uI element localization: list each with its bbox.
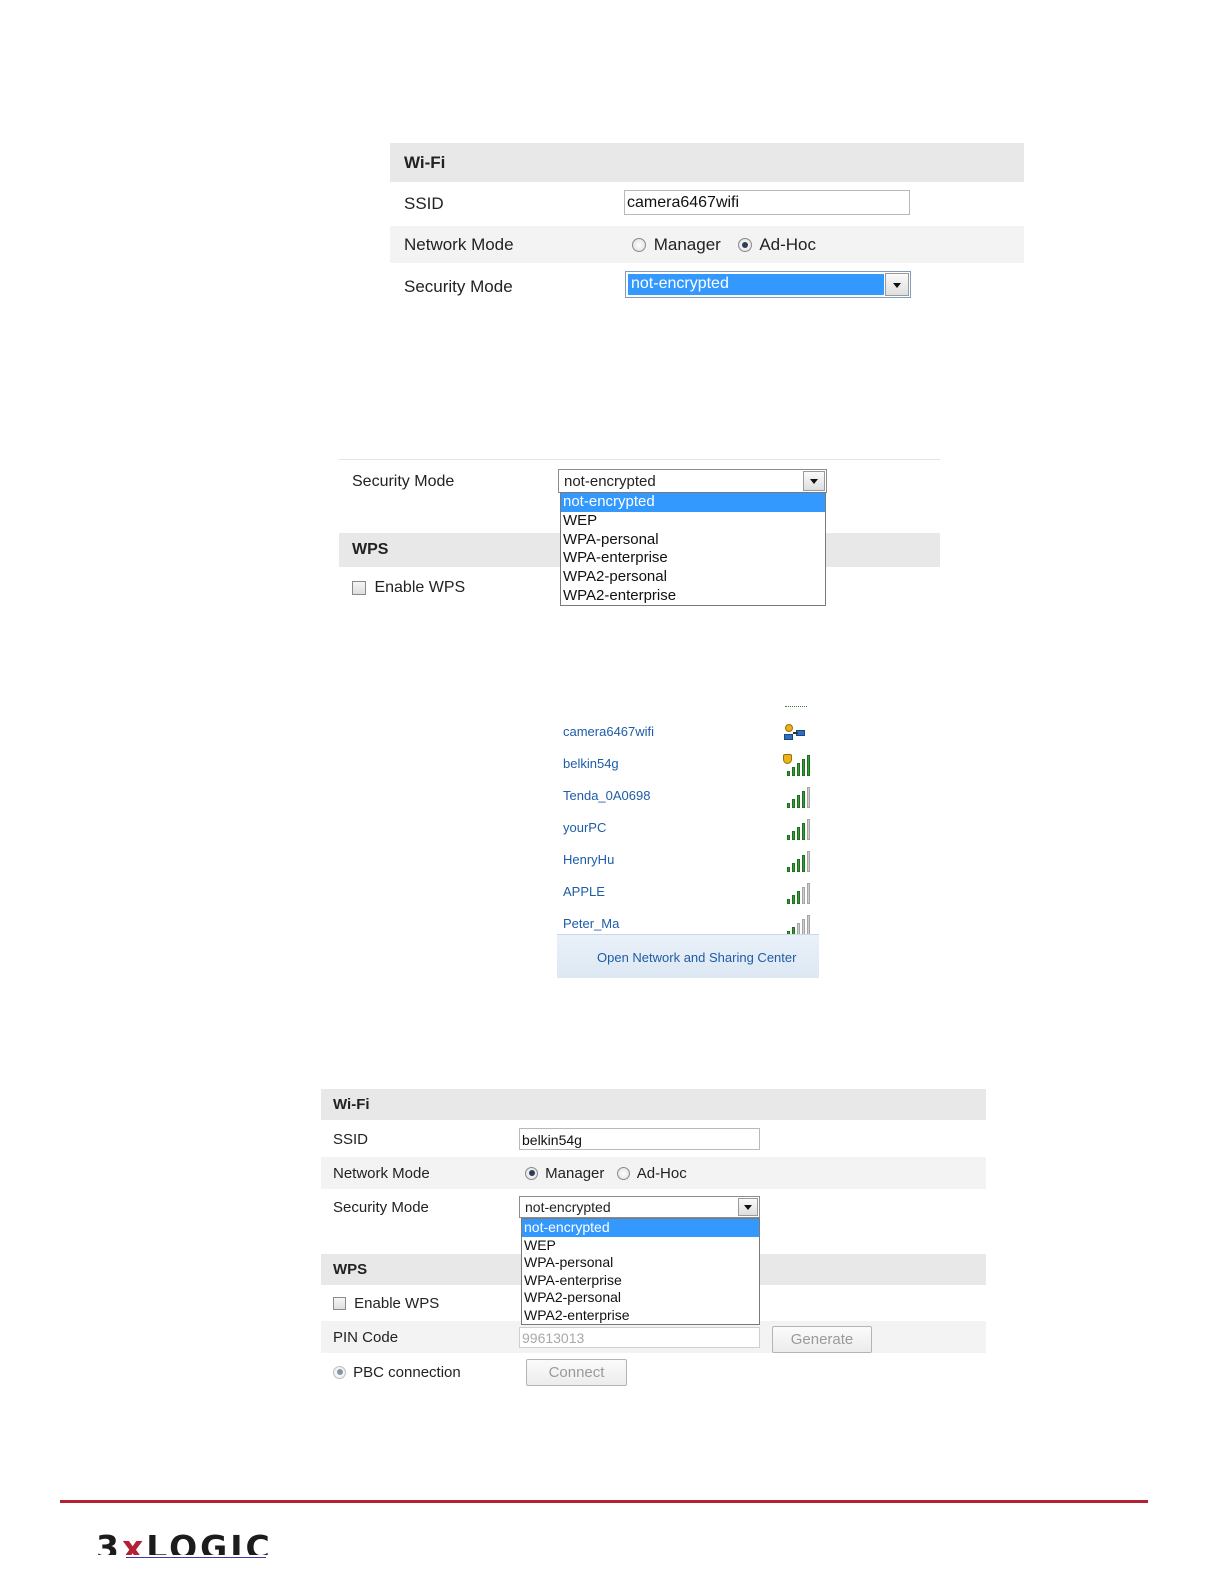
- network-mode-options: Manager Ad-Hoc: [525, 1164, 687, 1184]
- wifi-section-header: Wi-Fi: [321, 1089, 986, 1120]
- enable-wps-label: Enable WPS: [374, 579, 466, 596]
- network-name: Tenda_0A0698: [563, 788, 651, 803]
- enable-wps-checkbox[interactable]: [352, 581, 366, 595]
- signal-strong-icon: [783, 818, 810, 840]
- security-mode-select[interactable]: not-encrypted: [625, 271, 911, 298]
- signal-strong-icon: [783, 850, 810, 872]
- company-logo: 3xLOGIC: [96, 1531, 273, 1555]
- security-mode-select[interactable]: not-encrypted: [558, 469, 827, 493]
- option-wpa-enterprise[interactable]: WPA-enterprise: [561, 549, 825, 568]
- security-dropdown-panel: Security Mode not-encrypted WPS Enable W…: [339, 459, 940, 609]
- wifi-section-title: Wi-Fi: [404, 153, 446, 172]
- option-wpa-personal[interactable]: WPA-personal: [561, 531, 825, 550]
- wireless-networks-panel: camera6467wifi belkin54g Tenda_0A0698 yo…: [557, 706, 819, 978]
- security-mode-label: Security Mode: [404, 277, 513, 296]
- enable-wps-option: Enable WPS: [333, 1294, 439, 1312]
- network-item[interactable]: Tenda_0A0698: [557, 780, 819, 812]
- option-not-encrypted[interactable]: not-encrypted: [561, 493, 825, 512]
- network-mode-label: Network Mode: [333, 1165, 430, 1182]
- option-wep[interactable]: WEP: [522, 1237, 759, 1255]
- network-name: yourPC: [563, 820, 607, 835]
- network-mode-label: Network Mode: [404, 235, 514, 254]
- enable-wps-option: Enable WPS: [352, 579, 465, 597]
- generate-button[interactable]: Generate: [772, 1326, 872, 1353]
- network-item[interactable]: belkin54g: [557, 748, 819, 780]
- network-name: Peter_Ma: [563, 916, 620, 931]
- network-item[interactable]: camera6467wifi: [557, 716, 819, 748]
- ssid-label: SSID: [404, 194, 444, 213]
- enable-wps-checkbox[interactable]: [333, 1296, 346, 1310]
- adhoc-radio-label: Ad-Hoc: [759, 234, 816, 254]
- wifi-section-title: Wi-Fi: [333, 1096, 370, 1113]
- chevron-down-icon[interactable]: [885, 273, 909, 296]
- adhoc-network-icon: [783, 722, 809, 744]
- signal-weak-icon: [783, 914, 810, 934]
- option-wpa-enterprise[interactable]: WPA-enterprise: [522, 1272, 759, 1290]
- security-mode-options-list: not-encrypted WEP WPA-personal WPA-enter…: [560, 492, 826, 606]
- adhoc-radio[interactable]: [616, 1166, 630, 1180]
- pin-code-input[interactable]: 99613013: [519, 1327, 760, 1348]
- pin-code-label: PIN Code: [333, 1329, 399, 1346]
- chevron-down-icon[interactable]: [803, 471, 825, 491]
- option-wpa2-enterprise[interactable]: WPA2-enterprise: [522, 1307, 759, 1325]
- option-wpa2-enterprise[interactable]: WPA2-enterprise: [561, 587, 825, 606]
- security-mode-options-list: not-encrypted WEP WPA-personal WPA-enter…: [521, 1218, 760, 1325]
- signal-strong-icon: [783, 786, 810, 808]
- network-mode-options: Manager Ad-Hoc: [632, 234, 816, 256]
- manager-radio[interactable]: [632, 237, 646, 252]
- security-mode-label: Security Mode: [333, 1199, 429, 1216]
- network-name: APPLE: [563, 884, 605, 899]
- option-not-encrypted[interactable]: not-encrypted: [522, 1219, 759, 1237]
- network-item[interactable]: yourPC: [557, 812, 819, 844]
- option-wpa-personal[interactable]: WPA-personal: [522, 1254, 759, 1272]
- wifi-section-header: Wi-Fi: [390, 143, 1024, 182]
- network-name: belkin54g: [563, 756, 619, 771]
- option-wpa2-personal[interactable]: WPA2-personal: [561, 568, 825, 587]
- network-name: camera6467wifi: [563, 724, 655, 739]
- wifi-settings-panel-1: Wi-Fi SSID camera6467wifi Network Mode M…: [390, 143, 1024, 307]
- security-mode-select[interactable]: not-encrypted: [519, 1196, 760, 1218]
- security-mode-value: not-encrypted: [628, 274, 884, 295]
- wifi-settings-panel-2: Wi-Fi SSID belkin54g Network Mode Manage…: [321, 1089, 986, 1389]
- option-wep[interactable]: WEP: [561, 512, 825, 531]
- open-network-sharing-center-link[interactable]: Open Network and Sharing Center: [597, 950, 796, 965]
- manager-radio[interactable]: [525, 1166, 538, 1180]
- ssid-label: SSID: [333, 1131, 369, 1148]
- manager-radio-label: Manager: [545, 1164, 605, 1182]
- adhoc-radio-label: Ad-Hoc: [636, 1164, 687, 1182]
- network-item[interactable]: APPLE: [557, 876, 819, 908]
- pbc-connection-label: PBC connection: [353, 1363, 461, 1381]
- manager-radio-label: Manager: [653, 234, 721, 254]
- network-item[interactable]: Peter_Ma: [557, 908, 819, 934]
- option-wpa2-personal[interactable]: WPA2-personal: [522, 1289, 759, 1307]
- logo-underline: [126, 1557, 266, 1558]
- top-divider: [339, 459, 940, 460]
- security-mode-label: Security Mode: [352, 473, 455, 490]
- adhoc-radio[interactable]: [737, 237, 752, 252]
- network-panel-footer: Open Network and Sharing Center: [557, 934, 819, 978]
- pbc-connection-radio[interactable]: [333, 1365, 346, 1379]
- ssid-input[interactable]: camera6467wifi: [624, 190, 910, 215]
- connect-button[interactable]: Connect: [526, 1359, 627, 1386]
- ssid-input[interactable]: belkin54g: [519, 1128, 760, 1150]
- security-mode-value: not-encrypted: [525, 1199, 611, 1215]
- signal-medium-icon: [783, 882, 810, 904]
- security-mode-value: not-encrypted: [564, 473, 656, 490]
- wps-section-title: WPS: [352, 541, 389, 558]
- pbc-connection-option: PBC connection: [333, 1363, 461, 1381]
- chevron-down-icon[interactable]: [738, 1198, 758, 1216]
- scroll-edge: [785, 706, 807, 708]
- network-item[interactable]: HenryHu: [557, 844, 819, 876]
- wps-section-title: WPS: [333, 1261, 368, 1278]
- secured-signal-full-icon: [783, 754, 810, 776]
- footer-rule: [60, 1500, 1148, 1503]
- enable-wps-label: Enable WPS: [354, 1294, 440, 1312]
- network-name: HenryHu: [563, 852, 615, 867]
